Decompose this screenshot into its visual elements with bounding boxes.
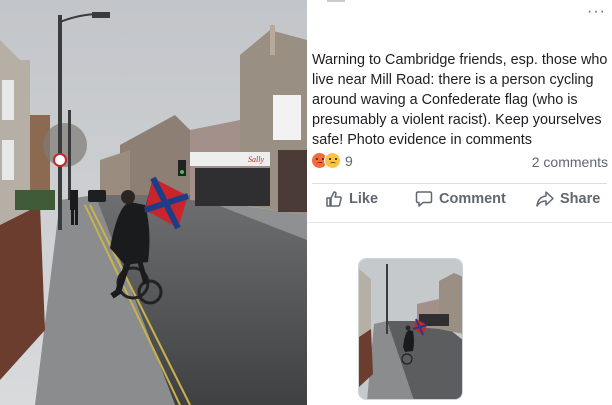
like-label: Like (349, 191, 379, 207)
traffic-light-green (180, 170, 184, 174)
left-building (359, 269, 371, 337)
road-sign (53, 153, 67, 167)
reaction-count: 9 (345, 152, 353, 169)
comment-label: Comment (439, 191, 506, 207)
bay-window (273, 95, 301, 140)
pedestrian-leg (71, 210, 74, 225)
post-header-fragment (327, 0, 345, 2)
hedge (15, 190, 55, 210)
lamp-post (58, 15, 62, 230)
divider (307, 222, 612, 223)
speech-bubble-icon (415, 191, 433, 207)
lamp-post (68, 110, 71, 200)
share-arrow-icon (536, 191, 554, 207)
share-button[interactable]: Share (536, 190, 600, 208)
comment-photo-thumbnail[interactable] (358, 258, 463, 400)
lamp-post (386, 264, 388, 334)
thumbs-up-icon (326, 191, 342, 207)
comments-count-link[interactable]: 2 comments (532, 154, 608, 170)
shopfront (195, 168, 270, 206)
cyclist-head (405, 325, 411, 331)
more-options-icon[interactable]: ··· (587, 4, 606, 20)
reaction-summary[interactable]: 9 (311, 152, 353, 169)
thumbnail-scene (359, 259, 462, 399)
shop (278, 150, 307, 212)
comment-button[interactable]: Comment (415, 190, 506, 208)
sad-reaction-icon (324, 152, 341, 169)
pedestrian (70, 190, 78, 210)
window (2, 140, 14, 180)
street-scene: Sally (0, 0, 307, 405)
pedestrian-leg (75, 210, 78, 225)
divider (312, 183, 607, 184)
car (88, 190, 106, 202)
post-text: Warning to Cambridge friends, esp. those… (312, 52, 608, 148)
lamp-head (92, 12, 110, 18)
shop-sign-text: Sally (248, 155, 264, 164)
share-label: Share (560, 191, 601, 207)
street-photo[interactable]: Sally (0, 0, 307, 405)
facebook-post: ··· Warning to Cambridge friends, esp. t… (307, 0, 612, 405)
like-button[interactable]: Like (325, 190, 378, 208)
chimney (270, 25, 275, 55)
action-bar: Like Comment Share (307, 190, 612, 216)
window (2, 80, 14, 120)
cyclist-head (121, 190, 135, 204)
